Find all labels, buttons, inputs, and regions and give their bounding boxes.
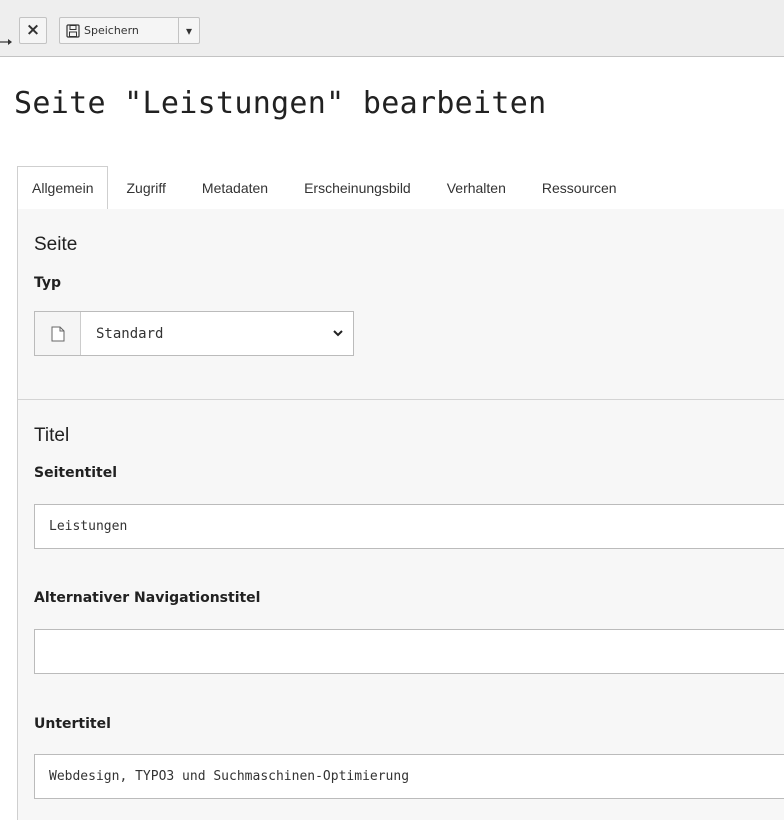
tab-ressourcen[interactable]: Ressourcen [524, 166, 635, 209]
save-options-dropdown[interactable]: ▾ [178, 17, 200, 44]
untertitel-input[interactable]: Webdesign, TYPO3 und Suchmaschinen-Optim… [34, 754, 784, 799]
tab-erscheinungsbild[interactable]: Erscheinungsbild [286, 166, 429, 209]
close-icon: × [25, 20, 41, 40]
typ-select[interactable]: Standard [34, 311, 354, 356]
chevron-down-icon [323, 330, 353, 337]
field-label-typ: Typ [34, 275, 62, 291]
typ-select-value: Standard [96, 325, 164, 342]
caret-down-icon: ▾ [185, 23, 193, 38]
field-label-untertitel: Untertitel [34, 716, 111, 732]
section-divider [18, 399, 784, 400]
arrow-right-icon [0, 39, 12, 45]
tab-allgemein[interactable]: Allgemein [17, 166, 109, 210]
save-button[interactable]: Speichern [59, 17, 179, 44]
field-label-seitentitel: Seitentitel [34, 465, 118, 481]
tab-zugriff[interactable]: Zugriff [108, 166, 183, 209]
tab-verhalten[interactable]: Verhalten [429, 166, 524, 209]
save-icon [66, 23, 80, 38]
page-icon [35, 312, 81, 355]
page-title: Seite "Leistungen" bearbeiten [14, 86, 547, 121]
section-heading-titel: Titel [34, 425, 70, 446]
tab-metadaten[interactable]: Metadaten [184, 166, 286, 209]
toolbar: × Speichern ▾ [0, 0, 784, 57]
save-button-label: Speichern [84, 24, 139, 37]
tab-bar: Allgemein Zugriff Metadaten Erscheinungs… [17, 166, 784, 210]
close-button[interactable]: × [19, 17, 47, 44]
section-heading-seite: Seite [34, 234, 78, 255]
seitentitel-input[interactable]: Leistungen [34, 504, 784, 549]
navtitel-input[interactable] [34, 629, 784, 674]
form-panel: Seite Typ Standard Titel Seitentitel Lei… [17, 209, 784, 820]
field-label-navtitel: Alternativer Navigationstitel [34, 590, 261, 606]
